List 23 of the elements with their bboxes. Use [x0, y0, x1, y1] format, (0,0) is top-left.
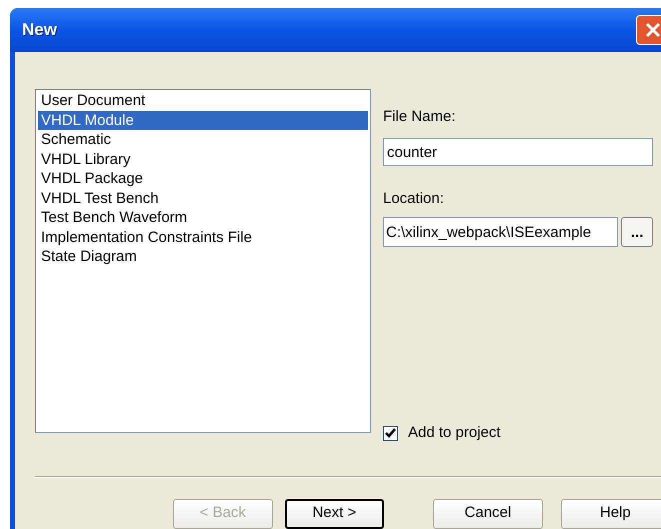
close-icon: [644, 21, 661, 39]
dialog-button[interactable]: Next >: [284, 498, 384, 528]
check-icon: [385, 428, 396, 439]
window-title: New: [22, 19, 57, 42]
list-item[interactable]: VHDL Package: [38, 169, 368, 188]
list-item[interactable]: VHDL Library: [38, 150, 368, 169]
list-item[interactable]: Implementation Constraints File: [38, 228, 368, 247]
add-to-project-checkbox[interactable]: Add to project: [383, 422, 653, 444]
close-button[interactable]: [636, 15, 661, 45]
list-item[interactable]: Schematic: [38, 130, 368, 150]
field-label: Location:: [383, 189, 445, 209]
location-field[interactable]: C:\xilinx_webpack\ISEexample: [383, 217, 618, 247]
list-item[interactable]: VHDL Test Bench: [38, 188, 368, 208]
field-label: File Name:: [383, 107, 457, 127]
list-item[interactable]: VHDL Module: [38, 110, 368, 130]
file-name-field[interactable]: counter: [383, 138, 653, 166]
browse-button[interactable]: ...: [621, 217, 653, 247]
list-item[interactable]: State Diagram: [38, 247, 368, 266]
dialog-button[interactable]: Help: [560, 498, 661, 528]
list-item[interactable]: Test Bench Waveform: [38, 208, 368, 228]
checkbox[interactable]: [383, 426, 398, 441]
list-item[interactable]: User Document: [38, 91, 368, 110]
dialog-button[interactable]: Cancel: [433, 498, 543, 528]
